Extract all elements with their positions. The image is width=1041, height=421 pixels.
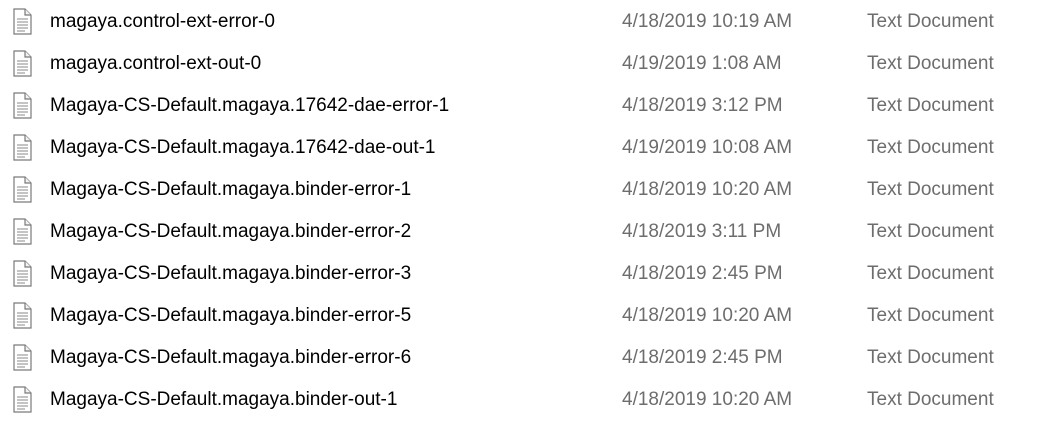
text-document-icon (10, 8, 34, 36)
text-document-icon (10, 134, 34, 162)
text-document-icon (10, 218, 34, 246)
file-row[interactable]: Magaya-CS-Default.magaya.17642-dae-error… (0, 85, 1041, 127)
file-date-modified: 4/18/2019 10:20 AM (622, 305, 793, 326)
text-document-icon (10, 386, 34, 414)
file-date-modified: 4/18/2019 2:45 PM (622, 263, 783, 284)
file-row[interactable]: Magaya-CS-Default.magaya.binder-error-6 … (0, 337, 1041, 379)
file-date-modified: 4/18/2019 10:20 AM (622, 179, 793, 200)
text-document-icon (10, 176, 34, 204)
file-type: Text Document (867, 389, 994, 410)
file-row[interactable]: Magaya-CS-Default.magaya.17642-dae-out-1… (0, 127, 1041, 169)
file-name[interactable]: Magaya-CS-Default.magaya.binder-error-1 (50, 178, 411, 202)
file-type: Text Document (867, 53, 994, 74)
file-type: Text Document (867, 179, 994, 200)
file-name[interactable]: Magaya-CS-Default.magaya.17642-dae-out-1 (50, 136, 436, 160)
file-date-modified: 4/18/2019 3:11 PM (622, 221, 782, 242)
file-row[interactable]: magaya.control-ext-out-0 4/19/2019 1:08 … (0, 43, 1041, 85)
file-date-modified: 4/18/2019 3:12 PM (622, 95, 783, 116)
file-type: Text Document (867, 263, 994, 284)
text-document-icon (10, 92, 34, 120)
file-row[interactable]: Magaya-CS-Default.magaya.binder-error-3 … (0, 253, 1041, 295)
text-document-icon (10, 50, 34, 78)
text-document-icon (10, 344, 34, 372)
file-row[interactable]: Magaya-CS-Default.magaya.binder-error-5 … (0, 295, 1041, 337)
file-row[interactable]: Magaya-CS-Default.magaya.binder-error-2 … (0, 211, 1041, 253)
file-row[interactable]: Magaya-CS-Default.magaya.binder-error-1 … (0, 169, 1041, 211)
file-name[interactable]: magaya.control-ext-error-0 (50, 10, 275, 34)
file-row[interactable]: magaya.control-ext-error-0 4/18/2019 10:… (0, 1, 1041, 43)
file-name[interactable]: Magaya-CS-Default.magaya.17642-dae-error… (50, 94, 449, 118)
file-type: Text Document (867, 11, 994, 32)
file-type: Text Document (867, 221, 994, 242)
file-name[interactable]: Magaya-CS-Default.magaya.binder-error-3 (50, 262, 411, 286)
text-document-icon (10, 302, 34, 330)
file-date-modified: 4/18/2019 10:19 AM (622, 11, 793, 32)
file-name[interactable]: magaya.control-ext-out-0 (50, 52, 261, 76)
file-date-modified: 4/18/2019 2:45 PM (622, 347, 783, 368)
file-name[interactable]: Magaya-CS-Default.magaya.binder-out-1 (50, 388, 397, 412)
file-type: Text Document (867, 347, 994, 368)
file-name[interactable]: Magaya-CS-Default.magaya.binder-error-5 (50, 304, 411, 328)
file-name[interactable]: Magaya-CS-Default.magaya.binder-error-2 (50, 220, 411, 244)
file-date-modified: 4/18/2019 10:20 AM (622, 389, 793, 410)
file-date-modified: 4/19/2019 1:08 AM (622, 53, 782, 74)
file-list: magaya.control-ext-error-0 4/18/2019 10:… (0, 0, 1041, 417)
file-date-modified: 4/19/2019 10:08 AM (622, 137, 793, 158)
file-row[interactable]: Magaya-CS-Default.magaya.binder-out-1 4/… (0, 379, 1041, 421)
text-document-icon (10, 260, 34, 288)
file-name[interactable]: Magaya-CS-Default.magaya.binder-error-6 (50, 346, 411, 370)
file-type: Text Document (867, 95, 994, 116)
file-type: Text Document (867, 137, 994, 158)
file-type: Text Document (867, 305, 994, 326)
